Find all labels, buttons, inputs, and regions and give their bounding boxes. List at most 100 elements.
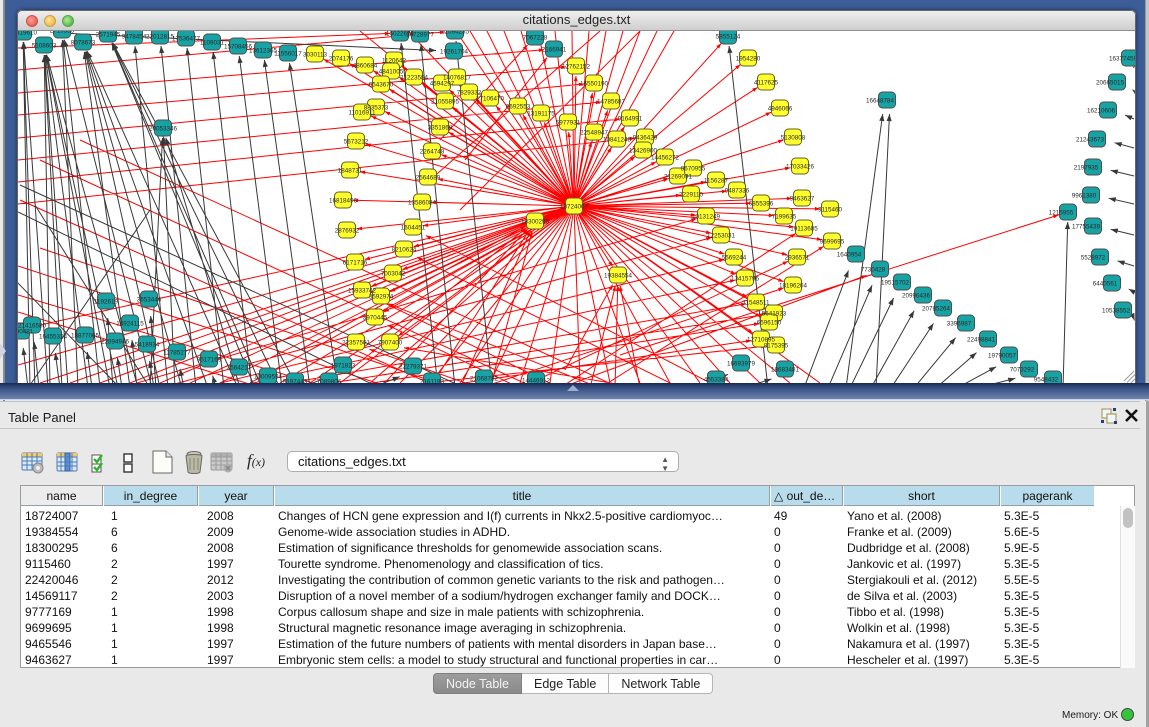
svg-text:7003042: 7003042 xyxy=(381,271,406,278)
svg-text:22498841: 22498841 xyxy=(967,337,996,344)
svg-text:22012815: 22012815 xyxy=(146,34,175,41)
svg-text:6543670: 6543670 xyxy=(369,82,394,89)
svg-text:4860684: 4860684 xyxy=(353,63,378,70)
svg-text:18196204: 18196204 xyxy=(779,283,808,290)
svg-text:6692553: 6692553 xyxy=(506,104,531,111)
svg-text:3592974: 3592974 xyxy=(369,294,394,301)
svg-text:7067228: 7067228 xyxy=(523,35,548,42)
svg-text:2876932: 2876932 xyxy=(335,228,360,235)
svg-text:2166941: 2166941 xyxy=(542,47,567,54)
svg-text:1192619: 1192619 xyxy=(94,299,119,306)
svg-text:3030113: 3030113 xyxy=(303,52,328,59)
svg-text:6855396: 6855396 xyxy=(749,201,774,208)
svg-text:16210606: 16210606 xyxy=(1087,108,1116,115)
svg-text:22894946: 22894946 xyxy=(101,339,130,346)
svg-text:11556017: 11556017 xyxy=(274,51,302,58)
svg-text:9487336: 9487336 xyxy=(725,188,750,195)
svg-text:3970445: 3970445 xyxy=(363,315,388,322)
svg-text:8175395: 8175395 xyxy=(764,343,789,350)
svg-text:4117625: 4117625 xyxy=(754,80,779,87)
svg-text:1109031: 1109031 xyxy=(200,40,225,47)
svg-text:7730428: 7730428 xyxy=(861,267,886,274)
svg-text:1640954: 1640954 xyxy=(837,252,862,259)
svg-text:1790481: 1790481 xyxy=(18,329,34,336)
svg-text:3564217: 3564217 xyxy=(227,365,252,372)
svg-text:3396987: 3396987 xyxy=(947,321,972,328)
svg-text:9699695: 9699695 xyxy=(820,239,845,246)
svg-text:9517169: 9517169 xyxy=(197,357,222,364)
svg-text:5108603: 5108603 xyxy=(32,43,57,50)
svg-text:19113685: 19113685 xyxy=(790,226,818,233)
svg-text:5673212: 5673212 xyxy=(344,139,369,146)
svg-text:1971823: 1971823 xyxy=(331,363,356,370)
svg-text:8078673: 8078673 xyxy=(71,40,96,47)
svg-text:13426900: 13426900 xyxy=(629,148,658,155)
svg-text:13586084: 13586084 xyxy=(408,200,437,207)
svg-text:13191175: 13191175 xyxy=(527,111,555,118)
svg-text:12094235: 12094235 xyxy=(441,31,470,36)
svg-text:1848731: 1848731 xyxy=(338,168,363,175)
svg-text:4946066: 4946066 xyxy=(768,106,793,113)
svg-text:20053346: 20053346 xyxy=(149,126,178,133)
svg-text:19384554: 19384554 xyxy=(604,273,633,280)
svg-text:18724007: 18724007 xyxy=(560,204,589,211)
svg-text:2229110: 2229110 xyxy=(679,192,704,199)
svg-text:13415796: 13415796 xyxy=(731,276,760,283)
svg-text:5641923: 5641923 xyxy=(762,311,787,318)
svg-text:11548511: 11548511 xyxy=(742,300,770,307)
svg-text:4594297: 4594297 xyxy=(430,81,455,88)
svg-text:18300295: 18300295 xyxy=(521,219,550,226)
svg-text:14785687: 14785687 xyxy=(597,99,626,106)
svg-text:10841248: 10841248 xyxy=(603,137,632,144)
svg-text:3351868: 3351868 xyxy=(428,125,453,132)
svg-text:5977931: 5977931 xyxy=(556,120,581,127)
svg-text:14456272: 14456272 xyxy=(651,155,680,162)
svg-text:7907400: 7907400 xyxy=(378,340,403,347)
svg-text:19515702: 19515702 xyxy=(881,280,910,287)
svg-text:2719583: 2719583 xyxy=(50,31,75,35)
svg-text:3653446: 3653446 xyxy=(137,297,162,304)
svg-text:1604451: 1604451 xyxy=(401,225,426,232)
svg-text:9115460: 9115460 xyxy=(818,207,843,214)
svg-text:19261704: 19261704 xyxy=(440,49,469,56)
svg-text:2936571: 2936571 xyxy=(785,255,810,262)
svg-text:5130808: 5130808 xyxy=(781,135,806,142)
svg-text:1215955: 1215955 xyxy=(1049,210,1074,217)
svg-text:9436429: 9436429 xyxy=(633,135,658,142)
svg-text:17106470: 17106470 xyxy=(476,96,505,103)
svg-text:5855124: 5855124 xyxy=(716,34,741,41)
svg-text:19790057: 19790057 xyxy=(988,353,1017,360)
svg-text:16693979: 16693979 xyxy=(727,361,756,368)
svg-text:20665015: 20665015 xyxy=(1096,80,1125,87)
svg-text:9463627: 9463627 xyxy=(790,196,815,203)
svg-text:10538552: 10538552 xyxy=(1102,308,1131,315)
svg-text:17033426: 17033426 xyxy=(786,164,815,171)
svg-text:17536477: 17536477 xyxy=(172,36,201,43)
svg-text:2197935: 2197935 xyxy=(1074,165,1099,172)
svg-text:8670955: 8670955 xyxy=(681,166,706,173)
svg-text:10009594: 10009594 xyxy=(254,374,283,381)
svg-text:20785264: 20785264 xyxy=(922,306,951,313)
svg-text:6171716: 6171716 xyxy=(343,260,368,267)
svg-text:17755439: 17755439 xyxy=(1072,224,1101,231)
svg-text:10728977: 10728977 xyxy=(406,32,435,39)
svg-text:6596150: 6596150 xyxy=(757,320,782,327)
svg-text:16377459: 16377459 xyxy=(1109,56,1135,63)
svg-text:9478454: 9478454 xyxy=(122,34,147,41)
svg-text:20996436: 20996436 xyxy=(902,293,931,300)
svg-text:5528972: 5528972 xyxy=(1081,255,1106,262)
svg-text:2264748: 2264748 xyxy=(420,149,445,156)
svg-text:11016911: 11016911 xyxy=(348,110,376,117)
svg-text:16455324: 16455324 xyxy=(39,334,68,341)
svg-text:11785277: 11785277 xyxy=(163,350,191,357)
svg-text:12253031: 12253031 xyxy=(707,233,736,240)
svg-text:21223584: 21223584 xyxy=(400,75,429,82)
svg-text:9164991: 9164991 xyxy=(618,116,643,123)
svg-text:5418934: 5418934 xyxy=(135,342,160,349)
svg-text:2571945: 2571945 xyxy=(96,32,121,39)
svg-text:9961380: 9961380 xyxy=(1072,193,1097,200)
svg-text:21055895: 21055895 xyxy=(431,99,460,106)
svg-text:13612365: 13612365 xyxy=(249,48,278,55)
svg-text:1120642: 1120642 xyxy=(382,58,407,65)
svg-text:6440561: 6440561 xyxy=(1093,281,1118,288)
